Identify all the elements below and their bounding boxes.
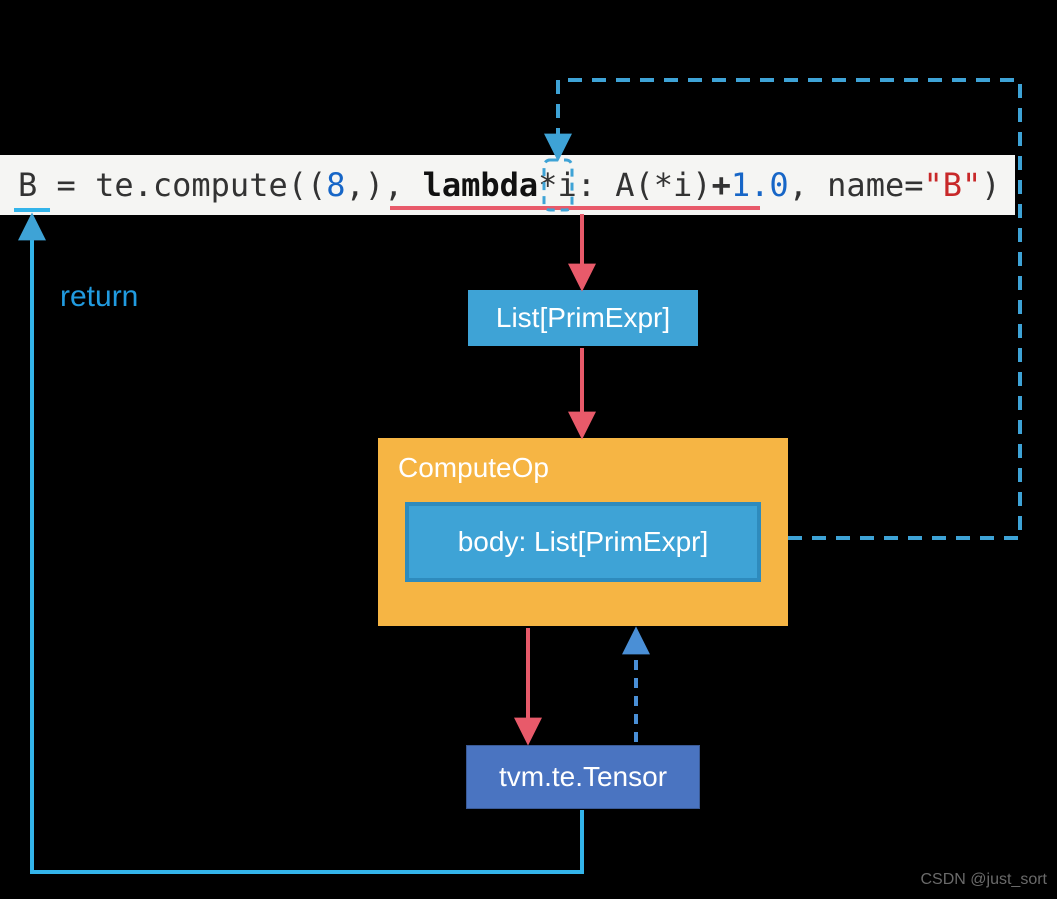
body-listprimexpr-box: body: List[PrimExpr]: [405, 502, 761, 582]
code-lambda-kw: lambda: [423, 166, 539, 204]
watermark: CSDN @just_sort: [921, 871, 1048, 889]
return-label: return: [60, 280, 138, 314]
code-line: B = te.compute((8,), lambda*i: A(*i)+1.0…: [0, 155, 1015, 215]
computeop-box: ComputeOp body: List[PrimExpr]: [378, 438, 788, 626]
code-A-call: A: [615, 166, 634, 204]
computeop-title: ComputeOp: [398, 452, 768, 484]
code-float-lit: 1.0: [731, 166, 789, 204]
code-shape-num: 8: [326, 166, 345, 204]
code-lhs: B: [18, 166, 37, 204]
tvm-tensor-box: tvm.te.Tensor: [466, 745, 700, 809]
code-name-str: "B": [923, 166, 981, 204]
list-primexpr-box: List[PrimExpr]: [468, 290, 698, 346]
